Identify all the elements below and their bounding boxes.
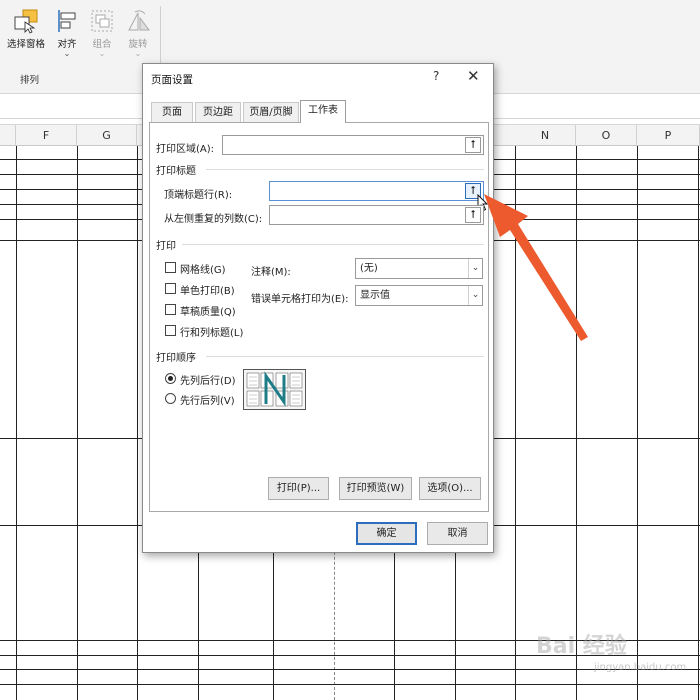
column-header-g[interactable]: G (77, 125, 137, 146)
grid-line (0, 684, 700, 685)
options-button[interactable]: 选项(O)... (419, 477, 481, 500)
sheet-tab-panel: 打印区域(A): ⭡ 打印标题 顶端标题行(R): ⭡ 从左侧重复的列数(C):… (149, 122, 489, 512)
arrange-group-label: 排列 (20, 75, 40, 86)
draft-quality-label: 草稿质量(Q) (180, 307, 236, 318)
gridlines-checkbox[interactable] (165, 262, 176, 273)
rows-repeat-input[interactable] (269, 181, 484, 201)
ok-button[interactable]: 确定 (356, 522, 417, 545)
cancel-button[interactable]: 取消 (427, 522, 488, 545)
cell-errors-value: 显示值 (360, 290, 390, 301)
column-header-p[interactable]: P (637, 125, 700, 146)
grid-line (698, 146, 699, 700)
annotation-arrow-icon (484, 194, 588, 341)
print-area-input[interactable] (222, 135, 484, 155)
down-then-over-radio[interactable] (165, 373, 176, 384)
tab-sheet[interactable]: 工作表 (300, 100, 346, 123)
print-button-face[interactable]: 打印(P)... (268, 477, 329, 500)
print-heading: 打印 (156, 241, 176, 252)
watermark-url: jingyan.baidu.com (594, 662, 687, 673)
cols-repeat-label: 从左侧重复的列数(C): (164, 214, 263, 225)
column-header-o[interactable]: O (576, 125, 637, 146)
section-divider (206, 356, 484, 357)
grid-line (137, 146, 138, 700)
row-col-headings-checkbox[interactable] (165, 325, 176, 336)
gridlines-label: 网格线(G) (180, 265, 226, 276)
help-button[interactable]: ? (433, 69, 439, 83)
cols-repeat-input[interactable] (269, 205, 484, 225)
rows-repeat-label: 顶端标题行(R): (164, 190, 233, 201)
chevron-down-icon: ⌄ (134, 49, 142, 58)
cell-errors-label: 错误单元格打印为(E): (251, 294, 349, 305)
page-order-heading: 打印顺序 (156, 353, 196, 364)
down-then-over-label: 先列后行(D) (180, 376, 236, 387)
print-titles-heading: 打印标题 (156, 166, 196, 177)
page-setup-dialog: 页面设置 ? ✕ 页面 页边距 页眉/页脚 工作表 打印区域(A): ⭡ 打印标… (142, 63, 494, 553)
dialog-tabs: 页面 页边距 页眉/页脚 工作表 (149, 100, 489, 123)
column-header-f[interactable]: F (16, 125, 77, 146)
rotate-button[interactable]: 旋转 ⌄ (114, 8, 162, 58)
group-icon (87, 8, 117, 34)
black-white-checkbox[interactable] (165, 283, 176, 294)
grid-line (77, 146, 78, 700)
grid-line (637, 146, 638, 700)
over-then-down-label: 先行后列(V) (180, 396, 235, 407)
comments-select[interactable]: (无) ⌄ (355, 258, 483, 279)
dialog-title-bar[interactable]: 页面设置 ? ✕ (143, 64, 493, 92)
tab-header-footer[interactable]: 页眉/页脚 (243, 102, 299, 122)
selection-pane-icon (11, 8, 41, 34)
tab-page[interactable]: 页面 (151, 102, 193, 122)
section-divider (182, 244, 484, 245)
dialog-title: 页面设置 (151, 74, 193, 86)
row-col-headings-label: 行和列标题(L) (180, 328, 244, 339)
print-area-label: 打印区域(A): (156, 144, 215, 155)
page-order-preview-icon (243, 369, 306, 410)
column-header-blank (0, 125, 16, 146)
black-white-label: 单色打印(B) (180, 286, 235, 297)
over-then-down-radio[interactable] (165, 393, 176, 404)
column-header-n[interactable]: N (515, 125, 576, 146)
selection-pane-label: 选择窗格 (6, 39, 45, 50)
grid-line (16, 146, 17, 700)
print-preview-button[interactable]: 打印预览(W) (339, 477, 412, 500)
rotate-icon (123, 8, 153, 34)
comments-label: 注释(M): (251, 267, 291, 278)
tab-margins[interactable]: 页边距 (195, 102, 241, 122)
comments-value: (无) (360, 263, 378, 274)
cell-errors-select[interactable]: 显示值 ⌄ (355, 285, 483, 306)
collapse-dialog-icon[interactable]: ⭡ (465, 137, 481, 153)
close-icon[interactable]: ✕ (467, 67, 480, 85)
draft-quality-checkbox[interactable] (165, 304, 176, 315)
baidu-watermark-logo: Bai 经验 (536, 634, 627, 659)
section-divider (206, 169, 484, 170)
